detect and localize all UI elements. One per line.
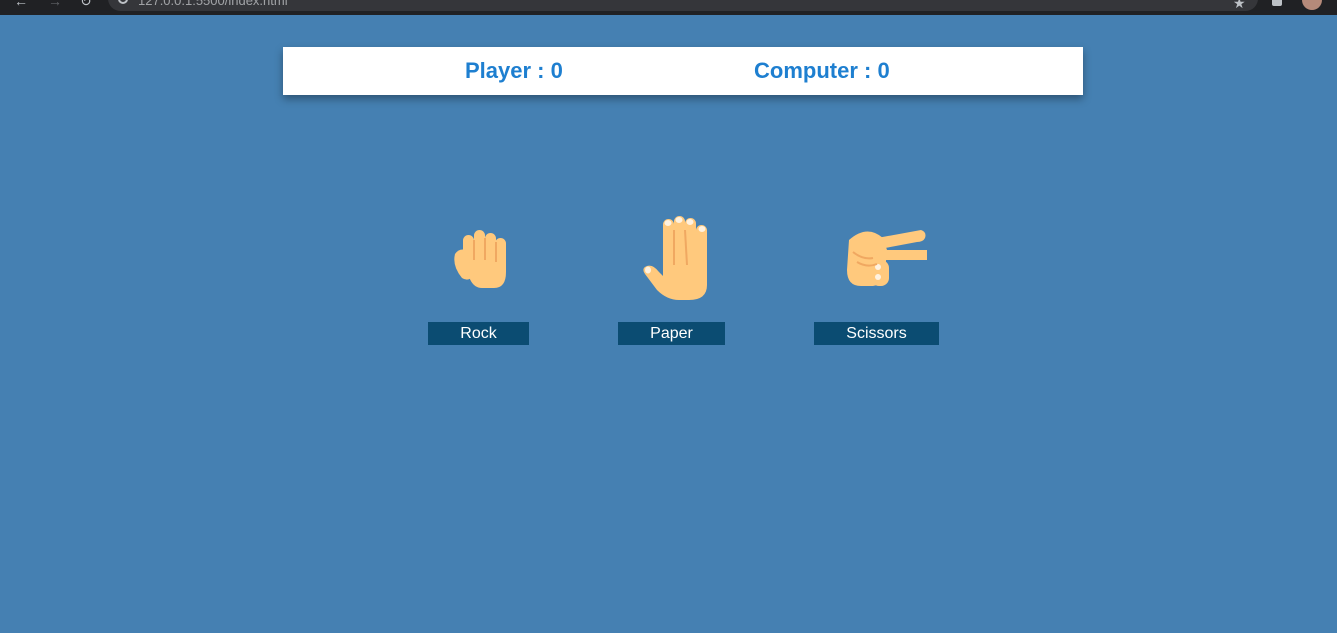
scoreboard: Player : 0 Computer : 0 [283,47,1083,95]
extensions-icon[interactable] [1272,0,1282,6]
fist-hand-icon[interactable] [444,210,514,300]
computer-score: Computer : 0 [754,58,890,83]
reload-icon[interactable]: ↻ [80,0,92,8]
choice-scissors[interactable]: Scissors [814,210,939,345]
browser-toolbar: ← → ↻ 127.0.0.1:5500/index.html ★ [0,0,1337,15]
rock-button[interactable]: Rock [428,322,529,345]
back-icon[interactable]: ← [14,0,28,8]
victory-hand-icon[interactable] [827,210,927,300]
bookmark-star-icon[interactable]: ★ [1233,0,1246,12]
player-score: Player : 0 [465,58,563,83]
paper-button[interactable]: Paper [618,322,725,345]
address-bar[interactable]: 127.0.0.1:5500/index.html [108,0,1258,11]
open-hand-icon[interactable] [627,210,717,305]
scissors-button[interactable]: Scissors [814,322,939,345]
site-info-icon[interactable] [118,0,128,4]
choice-paper[interactable]: Paper [618,210,725,345]
url-text: 127.0.0.1:5500/index.html [138,0,288,8]
choice-rock[interactable]: Rock [428,210,529,345]
profile-avatar[interactable] [1302,0,1322,10]
forward-icon[interactable]: → [48,0,62,8]
